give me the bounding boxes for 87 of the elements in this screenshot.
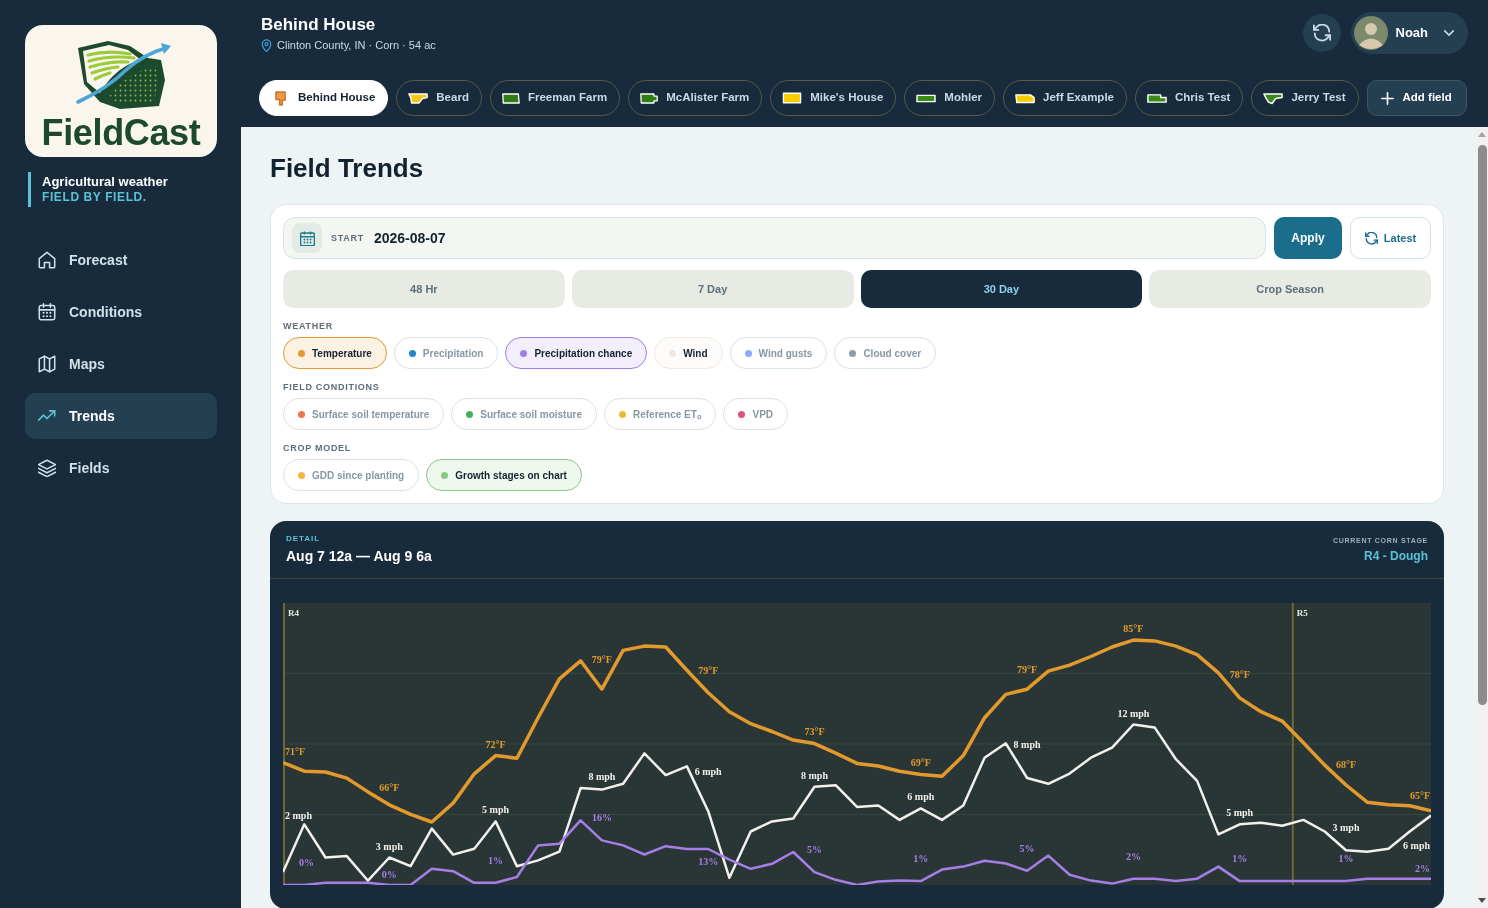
data-label: 5% <box>1019 842 1035 854</box>
start-label: START <box>331 232 364 244</box>
data-label: 5 mph <box>482 804 510 816</box>
data-label: 85°F <box>1123 623 1144 635</box>
section-label: WEATHER <box>283 320 334 332</box>
data-label: 69°F <box>910 757 931 769</box>
calendar-icon <box>292 223 322 253</box>
section-label: CROP MODEL <box>283 442 353 454</box>
data-label: 1% <box>913 853 929 865</box>
add-field-button[interactable]: Add field <box>1366 80 1467 116</box>
nav-item[interactable]: Forecast <box>25 237 217 283</box>
stage-label: R5 <box>1296 608 1308 618</box>
filter-chip[interactable]: Temperature <box>283 337 387 369</box>
data-label: 16% <box>591 812 612 824</box>
tagline-accent: FIELD BY FIELD. <box>42 190 148 205</box>
plus-icon <box>1380 91 1394 105</box>
page-title: Field Trends <box>270 152 425 184</box>
user-menu-button[interactable]: Noah <box>1350 12 1468 54</box>
data-label: 78°F <box>1229 669 1250 681</box>
nav-item[interactable]: Fields <box>25 445 217 491</box>
refresh-icon <box>1312 24 1331 42</box>
data-label: 6 mph <box>1403 840 1430 851</box>
data-label: 2 mph <box>285 809 312 821</box>
range-tab[interactable]: Crop Season <box>1149 270 1431 308</box>
data-label: 79°F <box>591 653 612 665</box>
data-label: 79°F <box>698 665 719 677</box>
calendar-icon <box>38 303 56 321</box>
tagline: Agricultural weather <box>42 174 169 190</box>
field-tab[interactable]: Behind House <box>259 80 389 116</box>
avatar-icon <box>1353 16 1388 50</box>
latest-button[interactable]: Latest <box>1350 217 1431 259</box>
range-tab[interactable]: 7 Day <box>571 270 854 308</box>
section-label: FIELD CONDITIONS <box>283 381 381 393</box>
data-label: 13% <box>698 856 719 868</box>
filter-chip[interactable]: Precipitation chance <box>505 337 648 369</box>
field-title: Behind House <box>261 15 377 35</box>
data-label: 1% <box>1232 853 1248 865</box>
stage-label: R4 <box>288 608 299 618</box>
refresh-button[interactable] <box>1302 14 1341 52</box>
data-label: 2% <box>1125 850 1141 862</box>
data-label: 8 mph <box>801 769 828 781</box>
refresh-icon <box>1364 231 1378 245</box>
data-label: 68°F <box>1335 758 1357 770</box>
location-pin-icon <box>261 38 272 52</box>
data-label: 1% <box>1338 853 1354 865</box>
stage-value: R4 - Dough <box>1364 548 1428 564</box>
apply-button[interactable]: Apply <box>1274 217 1342 259</box>
location-text: Clinton County, IN · Corn · 54 ac <box>277 38 436 52</box>
detail-label: DETAIL <box>286 534 322 544</box>
brand-name: FieldCast <box>41 114 201 152</box>
range-tab[interactable]: 30 Day <box>860 270 1143 308</box>
data-label: 1% <box>488 854 504 866</box>
map-icon <box>38 355 56 373</box>
data-label: 3 mph <box>375 840 403 852</box>
layers-icon <box>38 459 56 477</box>
scrollbar[interactable] <box>1476 127 1488 908</box>
scrollbar-thumb[interactable] <box>1477 145 1487 705</box>
date-range-title: Aug 7 12a — Aug 9 6a <box>286 547 432 565</box>
data-label: 0% <box>381 868 397 880</box>
data-label: 2% <box>1415 863 1430 875</box>
data-label: 8 mph <box>588 770 616 782</box>
range-tab[interactable]: 48 Hr <box>283 270 565 308</box>
data-label: 5 mph <box>1226 807 1254 819</box>
data-label: 12 mph <box>1117 707 1150 719</box>
data-label: 72°F <box>485 738 506 750</box>
data-label: 0% <box>299 857 314 868</box>
arrow-up-icon[interactable] <box>1478 132 1486 137</box>
nav-item[interactable]: Conditions <box>25 289 217 335</box>
data-label: 66°F <box>379 782 400 794</box>
arrow-down-icon[interactable] <box>1478 898 1486 903</box>
date-value: 2026-08-07 <box>373 229 446 247</box>
data-label: 8 mph <box>1013 739 1041 751</box>
data-label: 6 mph <box>694 765 722 777</box>
data-label: 73°F <box>804 726 825 737</box>
data-label: 6 mph <box>907 791 935 803</box>
data-label: 5% <box>807 844 822 856</box>
nav-item[interactable]: Trends <box>25 393 217 439</box>
filter-chip[interactable]: Wind <box>654 337 723 369</box>
data-label: 3 mph <box>1332 822 1360 834</box>
chevron-down-icon <box>1444 30 1454 36</box>
filter-chip[interactable]: Growth stages on chart <box>426 459 582 491</box>
data-label: 79°F <box>1017 664 1038 676</box>
house-icon <box>38 251 56 269</box>
data-label: 65°F <box>1409 789 1430 801</box>
nav-item[interactable]: Maps <box>25 341 217 387</box>
data-label: 71°F <box>285 745 306 757</box>
start-date-field[interactable]: START 2026-08-07 <box>283 217 1266 259</box>
